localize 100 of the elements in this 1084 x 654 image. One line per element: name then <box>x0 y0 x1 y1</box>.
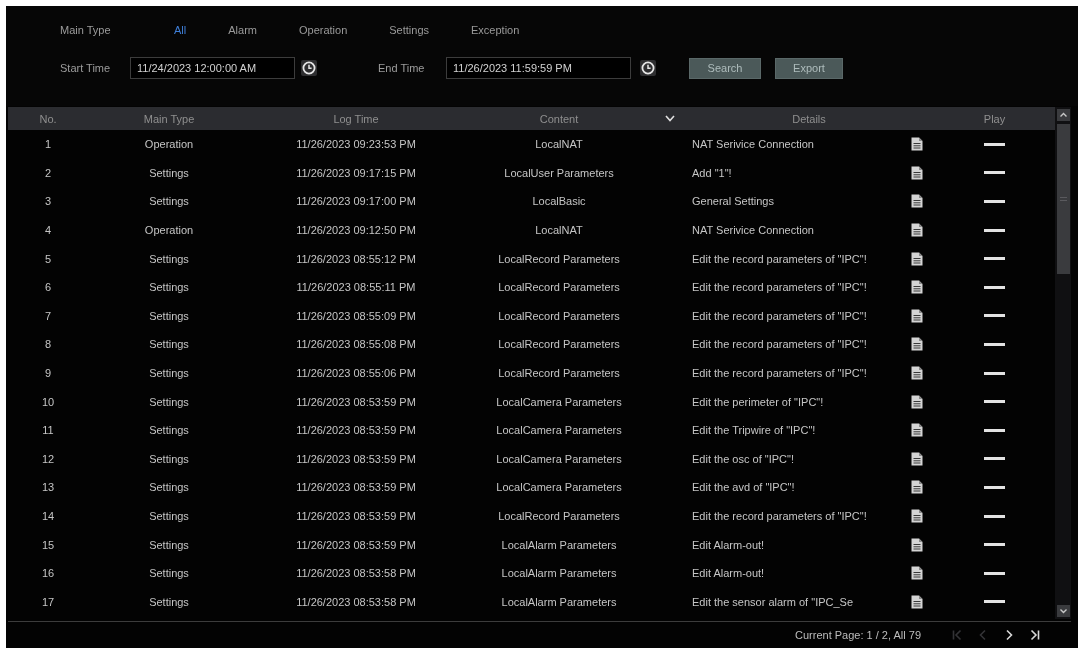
scrollbar-thumb[interactable] <box>1056 124 1070 274</box>
table-cell-text: 11/26/2023 08:55:09 PM <box>295 309 417 322</box>
table-cell-text: LocalAlarm Parameters <box>500 567 618 580</box>
clock-icon[interactable] <box>301 60 317 76</box>
scroll-down-button[interactable] <box>1056 605 1070 617</box>
table-cell: NAT Serivice Connection <box>692 224 814 237</box>
clock-icon[interactable] <box>640 60 656 76</box>
table-cell-text: 11/26/2023 08:53:59 PM <box>295 510 417 522</box>
dash-icon <box>984 200 1005 203</box>
dash-icon <box>984 228 1005 232</box>
column-header: Main Type <box>142 112 196 125</box>
document-icon[interactable] <box>911 366 923 381</box>
table-cell-text: 11/26/2023 08:55:12 PM <box>295 252 417 265</box>
start-time-label: Start Time <box>60 62 112 74</box>
table-cell-text: LocalRecord Parameters <box>497 309 621 322</box>
document-icon[interactable] <box>911 423 923 438</box>
table-cell-text: 11/26/2023 09:23:53 PM <box>295 138 417 151</box>
export-button[interactable]: Export <box>775 57 843 79</box>
dash-icon <box>984 600 1005 604</box>
table-cell-text: 6 <box>43 281 53 294</box>
dash-icon <box>984 371 1005 375</box>
document-icon[interactable] <box>911 194 923 209</box>
table-cell-text: 11/26/2023 09:12:50 PM <box>295 224 417 237</box>
main-type-option[interactable]: Operation <box>298 24 348 36</box>
table-cell-text: Settings <box>148 166 190 179</box>
table-cell-text: 11/26/2023 08:53:58 PM <box>295 595 417 608</box>
table-cell-text: 12 <box>40 452 56 465</box>
document-icon[interactable] <box>911 451 923 466</box>
document-icon[interactable] <box>911 137 923 152</box>
table-cell-text: Settings <box>148 309 190 322</box>
table-cell-text: 2 <box>43 166 53 179</box>
table-cell: Edit the perimeter of "IPC"! <box>692 395 824 408</box>
table-cell-text: LocalCamera Parameters <box>495 452 623 465</box>
dash-icon <box>984 514 1005 518</box>
search-button[interactable]: Search <box>689 57 761 79</box>
document-icon[interactable] <box>911 308 923 323</box>
table-cell-text: 17 <box>40 595 56 608</box>
end-time-field[interactable]: 11/26/2023 11:59:59 PM <box>446 57 631 79</box>
table-cell-text: 11/26/2023 08:53:59 PM <box>295 481 417 494</box>
table-cell-text: 5 <box>43 252 53 265</box>
table-cell-text: 11/26/2023 08:53:59 PM <box>295 424 417 437</box>
table-cell-text: Settings <box>148 195 190 208</box>
table-cell: Edit the record parameters of "IPC"! <box>692 367 867 380</box>
table-cell-text: Operation <box>143 224 195 237</box>
table-cell-text: 11/26/2023 08:53:59 PM <box>295 395 417 408</box>
table-cell-text: LocalCamera Parameters <box>495 481 623 494</box>
document-icon[interactable] <box>911 251 923 266</box>
dash-icon <box>984 171 1005 175</box>
main-type-option[interactable]: Settings <box>389 24 430 36</box>
page-summary: Current Page: 1 / 2, All 79 <box>795 629 921 641</box>
dash-icon <box>984 257 1005 261</box>
dash-icon <box>984 400 1005 404</box>
table-cell-text: 13 <box>40 481 56 494</box>
table-cell: Edit the osc of "IPC"! <box>692 452 794 465</box>
main-type-option[interactable]: Exception <box>471 24 520 36</box>
table-cell-text: 15 <box>40 538 56 551</box>
dash-icon <box>984 342 1005 346</box>
table-cell-text: Settings <box>148 595 190 608</box>
last-page-button[interactable] <box>1029 629 1041 641</box>
dash-icon <box>984 314 1005 318</box>
table-cell-text: LocalNAT <box>534 224 584 237</box>
end-time-label: End Time <box>378 62 426 74</box>
scroll-up-button[interactable] <box>1056 109 1070 121</box>
table-cell-text: 7 <box>43 309 53 322</box>
table-cell-text: Settings <box>148 567 190 580</box>
column-header: No. <box>38 112 58 125</box>
table-cell-text: LocalRecord Parameters <box>497 510 621 522</box>
start-time-field[interactable]: 11/24/2023 12:00:00 AM <box>130 57 295 79</box>
table-cell-text: 11/26/2023 08:53:58 PM <box>295 567 417 580</box>
table-cell: Edit the record parameters of "IPC"! <box>692 338 867 351</box>
document-icon[interactable] <box>911 480 923 495</box>
document-icon[interactable] <box>911 509 923 523</box>
document-icon[interactable] <box>911 537 923 552</box>
table-cell-text: 11/26/2023 08:55:11 PM <box>295 281 417 294</box>
table-cell-text: Settings <box>148 338 190 351</box>
table-cell-text: Operation <box>143 138 195 151</box>
document-icon[interactable] <box>911 165 923 180</box>
table-cell-text: Settings <box>148 424 190 437</box>
document-icon[interactable] <box>911 566 923 581</box>
document-icon[interactable] <box>911 280 923 295</box>
scrollbar[interactable] <box>1055 107 1071 619</box>
document-icon[interactable] <box>911 337 923 352</box>
table-cell-text: Settings <box>148 281 190 294</box>
main-type-option[interactable]: All <box>174 24 187 36</box>
table-cell-text: Settings <box>148 538 190 551</box>
dash-icon <box>984 457 1005 461</box>
table-cell: General Settings <box>692 195 774 208</box>
table-cell-text: LocalRecord Parameters <box>497 252 621 265</box>
table-cell-text: Settings <box>148 510 190 522</box>
chevron-down-icon[interactable] <box>665 115 675 122</box>
column-header: Details <box>791 112 827 125</box>
document-icon[interactable] <box>911 594 923 609</box>
table-cell-text: 9 <box>43 367 53 380</box>
table-cell-text: 11/26/2023 08:55:08 PM <box>295 338 417 351</box>
table-cell-text: Settings <box>148 452 190 465</box>
dash-icon <box>984 571 1005 575</box>
main-type-option[interactable]: Alarm <box>228 24 257 36</box>
document-icon[interactable] <box>911 223 923 238</box>
table-cell: Edit the Tripwire of "IPC"! <box>692 424 816 437</box>
document-icon[interactable] <box>911 394 923 409</box>
